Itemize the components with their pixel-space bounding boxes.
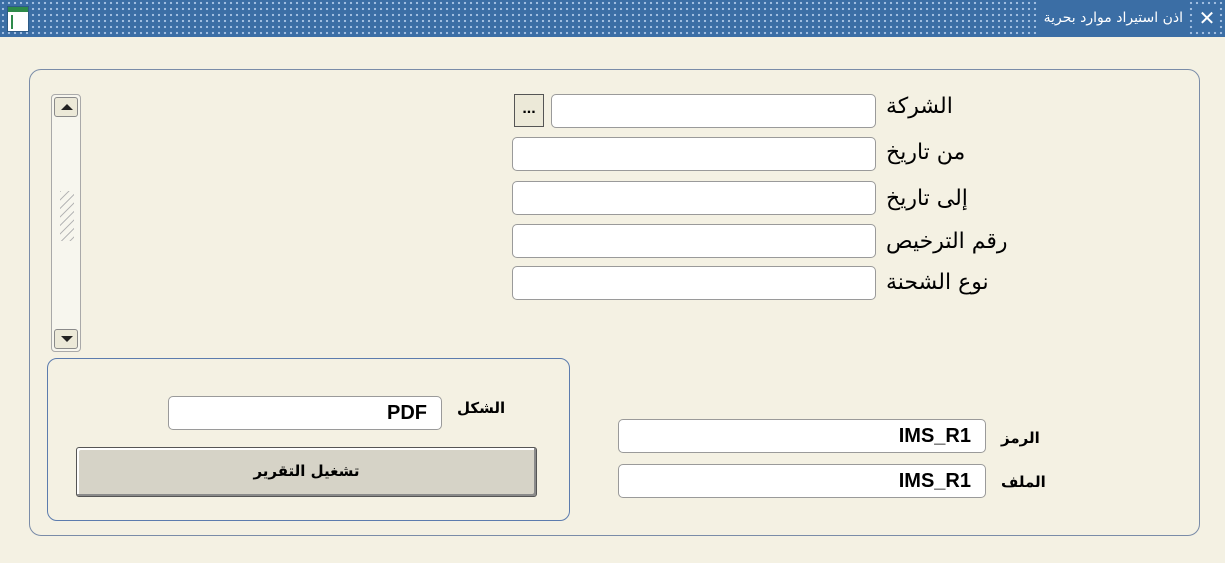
scroll-down-icon bbox=[61, 336, 73, 342]
window-title: اذن استيراد موارد بحرية bbox=[1037, 0, 1189, 37]
format-label: الشكل bbox=[457, 399, 506, 417]
license-number-label: رقم الترخيص bbox=[886, 229, 1008, 254]
shipment-type-label: نوع الشحنة bbox=[886, 270, 989, 295]
from-date-field[interactable] bbox=[512, 137, 876, 171]
title-bar: اذن استيراد موارد بحرية ✕ bbox=[0, 0, 1225, 37]
format-field[interactable]: PDF bbox=[168, 396, 442, 430]
scroll-grip[interactable] bbox=[60, 191, 74, 241]
code-label: الرمز bbox=[1001, 429, 1040, 447]
run-report-button[interactable]: تشغيل التقرير bbox=[76, 447, 537, 497]
scroll-up-icon bbox=[61, 104, 73, 110]
file-field[interactable]: IMS_R1 bbox=[618, 464, 986, 498]
vertical-scrollbar[interactable] bbox=[51, 94, 81, 352]
scroll-down-button[interactable] bbox=[54, 329, 78, 349]
from-date-label: من تاريخ bbox=[886, 140, 966, 165]
shipment-type-field[interactable] bbox=[512, 266, 876, 300]
company-label: الشركة bbox=[886, 94, 953, 119]
company-field[interactable] bbox=[551, 94, 876, 128]
lov-button[interactable]: ... bbox=[514, 94, 544, 127]
to-date-field[interactable] bbox=[512, 181, 876, 215]
scroll-up-button[interactable] bbox=[54, 97, 78, 117]
document-icon bbox=[7, 6, 29, 32]
close-icon[interactable]: ✕ bbox=[1195, 5, 1219, 31]
to-date-label: إلى تاريخ bbox=[886, 186, 968, 211]
code-field[interactable]: IMS_R1 bbox=[618, 419, 986, 453]
file-label: الملف bbox=[1001, 473, 1046, 491]
license-number-field[interactable] bbox=[512, 224, 876, 258]
